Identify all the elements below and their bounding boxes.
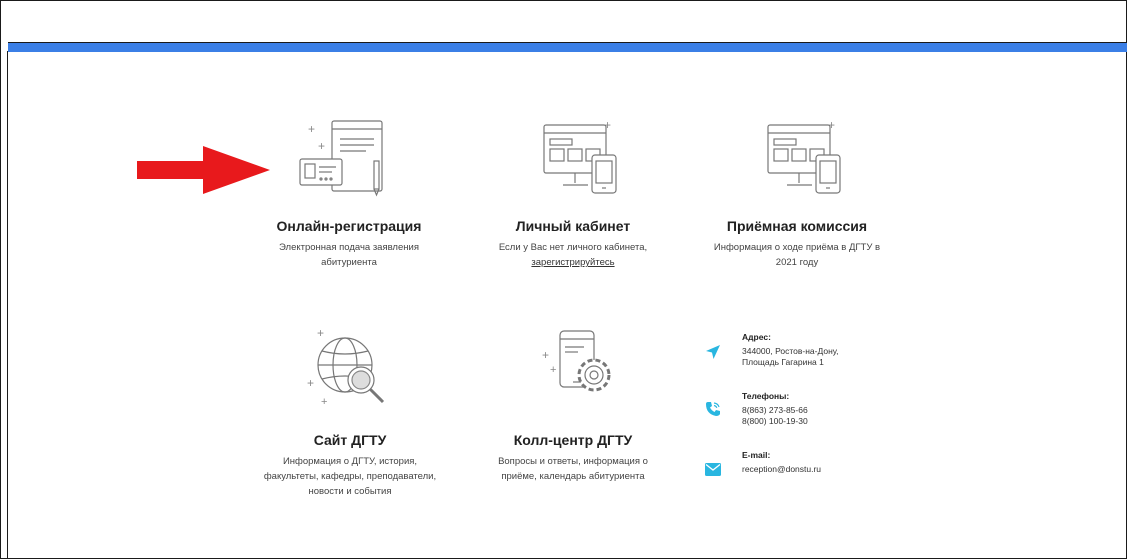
svg-text:+: + [317,326,324,340]
card-description: Если у Вас нет личного кабинета, зарегис… [458,240,688,270]
left-border [7,51,8,559]
devices-icon: + + [767,118,841,194]
phone-number[interactable]: 8(863) 273-85-66 [742,405,902,416]
desc-line: абитуриента [321,257,377,268]
card-description: Информация о ходе приёма в ДГТУ в 2021 г… [682,240,912,270]
card-admission-committee[interactable]: + + Приёмная комиссия Информация о ходе … [682,115,912,270]
card-call-center[interactable]: + + + Колл-центр ДГТУ Вопросы и ответы, … [458,325,688,484]
card-title: Колл-центр ДГТУ [513,432,633,448]
svg-text:+: + [307,376,314,390]
card-title: Онлайн-регистрация [276,218,422,234]
location-arrow-icon [706,345,720,359]
registration-form-icon: + + [299,120,383,197]
desc-line: новости и события [308,486,392,497]
globe-search-icon: + + + [307,326,385,408]
register-link[interactable]: зарегистрируйтесь [531,257,614,268]
svg-text:+: + [318,139,325,153]
card-dgtu-site[interactable]: + + + Сайт ДГТУ Информация о ДГТУ, истор… [235,325,465,499]
header-accent-bar [8,42,1127,52]
envelope-icon [705,463,721,476]
card-description: Информация о ДГТУ, история, факультеты, … [235,454,465,499]
card-personal-account[interactable]: + + Личный кабинет Если у Вас нет личног… [458,115,688,270]
desc-line: Электронная подача заявления [279,242,419,253]
desc-line: приёме, календарь абитуриента [501,471,645,482]
desc-line: 2021 году [775,257,819,268]
desc-line: Информация о ДГТУ, история, [282,456,418,467]
desc-line: Вопросы и ответы, информация о [498,456,648,467]
phone-settings-icon: + + + [542,330,611,392]
desc-line: Если у Вас нет личного кабинета, [498,242,648,253]
svg-text:+: + [321,396,327,408]
svg-text:+: + [308,122,315,136]
contact-label: E-mail: [742,450,771,460]
svg-text:+: + [542,348,549,362]
contact-label: Адрес: [742,332,771,342]
card-description: Вопросы и ответы, информация о приёме, к… [458,454,688,484]
email-link[interactable]: reception@donstu.ru [742,464,902,475]
card-description: Электронная подача заявления абитуриента [234,240,464,270]
address-line: Площадь Гагарина 1 [742,357,824,367]
address-line: 344000, Ростов-на-Дону, [742,346,839,356]
card-title: Приёмная комиссия [726,218,868,234]
desc-line: факультеты, кафедры, преподаватели, [263,471,437,482]
desc-line: Информация о ходе приёма в ДГТУ в [713,242,881,253]
card-title: Личный кабинет [515,218,631,234]
svg-text:+: + [550,364,556,376]
card-title: Сайт ДГТУ [313,432,387,448]
devices-icon: + + [543,118,617,194]
contact-label: Телефоны: [742,391,790,401]
phone-number[interactable]: 8(800) 100-19-30 [742,416,902,427]
phone-call-icon [706,402,720,416]
card-online-registration[interactable]: + + Онлайн-регистрация Электронная подач… [234,115,464,270]
